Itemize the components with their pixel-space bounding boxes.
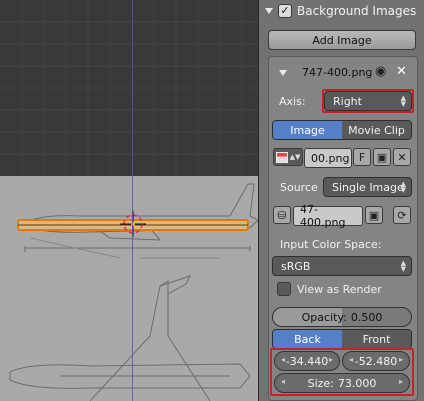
axis-highlight: [322, 89, 414, 113]
background-images-title: Background Images: [297, 4, 417, 18]
image-browse-icon[interactable]: ▲▼: [273, 148, 303, 166]
view-as-render-checkbox[interactable]: [277, 282, 291, 296]
color-space-dropdown[interactable]: sRGB ▲ ▼: [272, 256, 412, 276]
color-space-label: Input Color Space:: [280, 238, 382, 251]
fake-user-button[interactable]: F: [353, 148, 371, 166]
background-images-checkbox[interactable]: ✓: [278, 4, 292, 18]
image-name-field[interactable]: 00.png: [304, 148, 352, 168]
aircraft-blueprint-image: [9, 183, 258, 401]
entry-collapse-icon[interactable]: [279, 70, 287, 76]
reload-icon[interactable]: ⟳: [393, 206, 411, 224]
color-space-arrows-icon: ▲ ▼: [400, 259, 406, 273]
tab-back[interactable]: Back: [273, 330, 342, 348]
pack-file-icon[interactable]: ⛁: [273, 206, 291, 224]
background-images-header[interactable]: ✓ Background Images: [265, 0, 424, 22]
collapse-triangle-icon[interactable]: [265, 8, 273, 14]
source-label: Source: [280, 181, 318, 194]
3d-viewport[interactable]: [0, 0, 258, 401]
view-as-render-label: View as Render: [297, 283, 382, 296]
viewport-grid: [0, 0, 258, 176]
background-image-overlay: [0, 176, 258, 401]
source-value: Single Image: [332, 180, 404, 194]
file-browse-icon[interactable]: ▣: [365, 206, 383, 224]
image-name-value: 00.png: [311, 151, 350, 165]
file-path-field[interactable]: 47-400.png: [293, 203, 363, 229]
opacity-value: 0.500: [350, 310, 383, 324]
source-dropdown[interactable]: Single Image ▲ ▼: [323, 177, 412, 197]
add-image-button[interactable]: Add Image: [268, 30, 416, 50]
source-type-tabs: Image Movie Clip: [272, 120, 412, 140]
opacity-label: Opacity:: [301, 310, 347, 324]
source-dropdown-arrows-icon: ▲ ▼: [400, 180, 406, 194]
transform-highlight: [270, 348, 414, 396]
color-space-value: sRGB: [281, 259, 311, 273]
axis-label: Axis:: [279, 95, 306, 108]
file-path-value: 47-400.png: [300, 203, 346, 229]
tab-movie-clip[interactable]: Movie Clip: [342, 121, 411, 139]
remove-entry-icon[interactable]: ✕: [396, 64, 407, 79]
viewport-z-axis-line: [132, 0, 133, 401]
open-folder-icon[interactable]: ▣: [373, 148, 391, 166]
entry-image-name: 747-400.png: [302, 66, 373, 79]
eye-icon[interactable]: ◉: [375, 64, 386, 79]
depth-tabs: Back Front: [272, 329, 412, 349]
unlink-image-icon[interactable]: ✕: [393, 148, 411, 166]
tab-front[interactable]: Front: [342, 330, 411, 348]
opacity-slider[interactable]: Opacity: 0.500: [272, 307, 412, 327]
tab-image[interactable]: Image: [273, 121, 342, 139]
